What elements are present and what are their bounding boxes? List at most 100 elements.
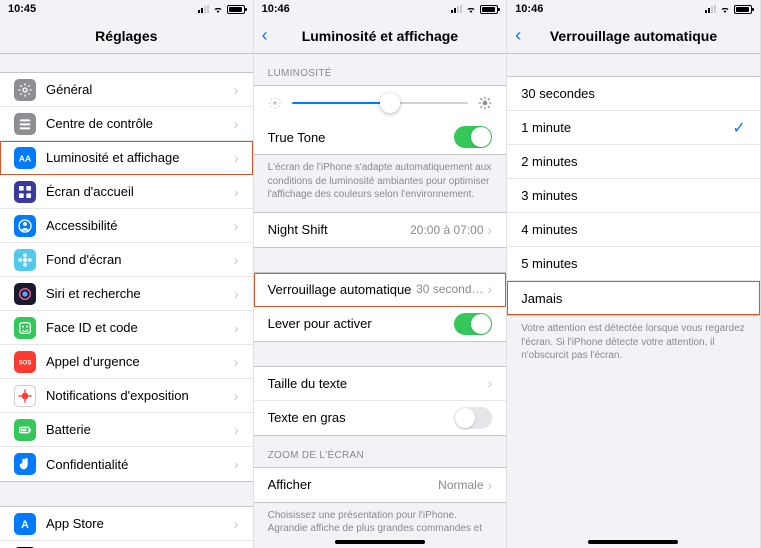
- raise-row: Lever pour activer: [254, 307, 507, 341]
- wifi-icon: [465, 3, 477, 15]
- textsize-row[interactable]: Taille du texte ›: [254, 367, 507, 401]
- bold-label: Texte en gras: [268, 410, 455, 425]
- phone-brightness: 10:46 ‹ Luminosité et affichage LUMINOSI…: [254, 0, 508, 548]
- nav-bar: Réglages: [0, 18, 253, 54]
- back-button[interactable]: ‹: [515, 25, 521, 46]
- chevron-icon: ›: [234, 218, 239, 234]
- autolock-option[interactable]: 3 minutes: [507, 179, 760, 213]
- page-title: Réglages: [95, 28, 157, 44]
- row-label: Écran d'accueil: [46, 184, 234, 199]
- row-label: Luminosité et affichage: [46, 150, 234, 165]
- nightshift-value: 20:00 à 07:00: [410, 223, 483, 237]
- nav-bar: ‹ Verrouillage automatique: [507, 18, 760, 54]
- back-button[interactable]: ‹: [262, 25, 268, 46]
- content[interactable]: 30 secondes1 minute✓2 minutes3 minutes4 …: [507, 54, 760, 548]
- nightshift-label: Night Shift: [268, 222, 411, 237]
- truetone-label: True Tone: [268, 130, 455, 145]
- display-label: Afficher: [268, 477, 439, 492]
- time: 10:46: [262, 3, 290, 15]
- settings-row-hand[interactable]: Confidentialité›: [0, 447, 253, 481]
- hand-icon: [14, 453, 36, 475]
- phone-settings: 10:45 Réglages Général›Centre de contrôl…: [0, 0, 254, 548]
- person-icon: [14, 215, 36, 237]
- autolock-option[interactable]: Jamais: [507, 281, 760, 315]
- chevron-icon: ›: [488, 222, 493, 238]
- chevron-icon: ›: [234, 286, 239, 302]
- option-label: 3 minutes: [521, 188, 746, 203]
- brightness-slider-row: [254, 86, 507, 120]
- textsize-label: Taille du texte: [268, 376, 488, 391]
- sos-icon: SOS: [14, 351, 36, 373]
- settings-row-face[interactable]: Face ID et code›: [0, 311, 253, 345]
- time: 10:45: [8, 3, 36, 15]
- brightness-slider[interactable]: [292, 102, 469, 104]
- settings-row-AA[interactable]: AA Luminosité et affichage›: [0, 141, 253, 175]
- nightshift-row[interactable]: Night Shift 20:00 à 07:00 ›: [254, 213, 507, 247]
- chevron-icon: ›: [234, 150, 239, 166]
- chevron-icon: ›: [234, 116, 239, 132]
- raise-toggle[interactable]: [454, 313, 492, 335]
- chevron-icon: ›: [234, 354, 239, 370]
- chevron-icon: ›: [234, 456, 239, 472]
- check-icon: ✓: [732, 118, 745, 138]
- chevron-icon: ›: [234, 82, 239, 98]
- face-icon: [14, 317, 36, 339]
- row-label: Centre de contrôle: [46, 116, 234, 131]
- home-indicator[interactable]: [588, 540, 678, 544]
- display-row[interactable]: Afficher Normale ›: [254, 468, 507, 502]
- flower-icon: [14, 249, 36, 271]
- grid-icon: [14, 181, 36, 203]
- AA-icon: AA: [14, 147, 36, 169]
- row-label: Appel d'urgence: [46, 354, 234, 369]
- row-label: Notifications d'exposition: [46, 388, 234, 403]
- settings-row-gear[interactable]: Général›: [0, 73, 253, 107]
- A-icon: A: [14, 513, 36, 535]
- signal-icon: [451, 5, 462, 13]
- option-label: 2 minutes: [521, 154, 746, 169]
- row-label: Accessibilité: [46, 218, 234, 233]
- bold-toggle[interactable]: [454, 407, 492, 429]
- sun-high-icon: [478, 96, 492, 110]
- truetone-toggle[interactable]: [454, 126, 492, 148]
- settings-row-A[interactable]: AApp Store›: [0, 507, 253, 541]
- settings-row-wallet[interactable]: Wallet et Apple Pay›: [0, 541, 253, 548]
- settings-row-person[interactable]: Accessibilité›: [0, 209, 253, 243]
- row-label: Confidentialité: [46, 457, 234, 472]
- row-label: App Store: [46, 516, 234, 531]
- settings-row-sliders[interactable]: Centre de contrôle›: [0, 107, 253, 141]
- option-label: 5 minutes: [521, 256, 746, 271]
- settings-row-sos[interactable]: SOS Appel d'urgence›: [0, 345, 253, 379]
- row-label: Batterie: [46, 422, 234, 437]
- svg-text:AA: AA: [19, 153, 32, 163]
- bold-row: Texte en gras: [254, 401, 507, 435]
- siri-icon: [14, 283, 36, 305]
- settings-row-battery[interactable]: Batterie›: [0, 413, 253, 447]
- autolock-label: Verrouillage automatique: [268, 282, 417, 297]
- autolock-option[interactable]: 4 minutes: [507, 213, 760, 247]
- chevron-icon: ›: [488, 281, 493, 297]
- wifi-icon: [212, 3, 224, 15]
- autolock-row[interactable]: Verrouillage automatique 30 second… ›: [254, 273, 507, 307]
- raise-label: Lever pour activer: [268, 316, 455, 331]
- section-zoom: ZOOM DE L'ÉCRAN: [254, 436, 507, 467]
- autolock-option[interactable]: 5 minutes: [507, 247, 760, 281]
- settings-row-grid[interactable]: Écran d'accueil›: [0, 175, 253, 209]
- home-indicator[interactable]: [335, 540, 425, 544]
- option-label: 1 minute: [521, 120, 732, 135]
- settings-row-virus[interactable]: Notifications d'exposition›: [0, 379, 253, 413]
- chevron-icon: ›: [234, 320, 239, 336]
- chevron-icon: ›: [234, 252, 239, 268]
- battery-icon: [14, 419, 36, 441]
- option-label: 4 minutes: [521, 222, 746, 237]
- settings-row-siri[interactable]: Siri et recherche›: [0, 277, 253, 311]
- row-label: Fond d'écran: [46, 252, 234, 267]
- row-label: Siri et recherche: [46, 286, 234, 301]
- content[interactable]: Général›Centre de contrôle›AALuminosité …: [0, 54, 253, 548]
- status-bar: 10:46: [254, 0, 507, 18]
- autolock-option[interactable]: 1 minute✓: [507, 111, 760, 145]
- content[interactable]: LUMINOSITÉ True Tone L'écran de l'iPhone…: [254, 54, 507, 548]
- autolock-option[interactable]: 2 minutes: [507, 145, 760, 179]
- settings-row-flower[interactable]: Fond d'écran›: [0, 243, 253, 277]
- autolock-option[interactable]: 30 secondes: [507, 77, 760, 111]
- nav-bar: ‹ Luminosité et affichage: [254, 18, 507, 54]
